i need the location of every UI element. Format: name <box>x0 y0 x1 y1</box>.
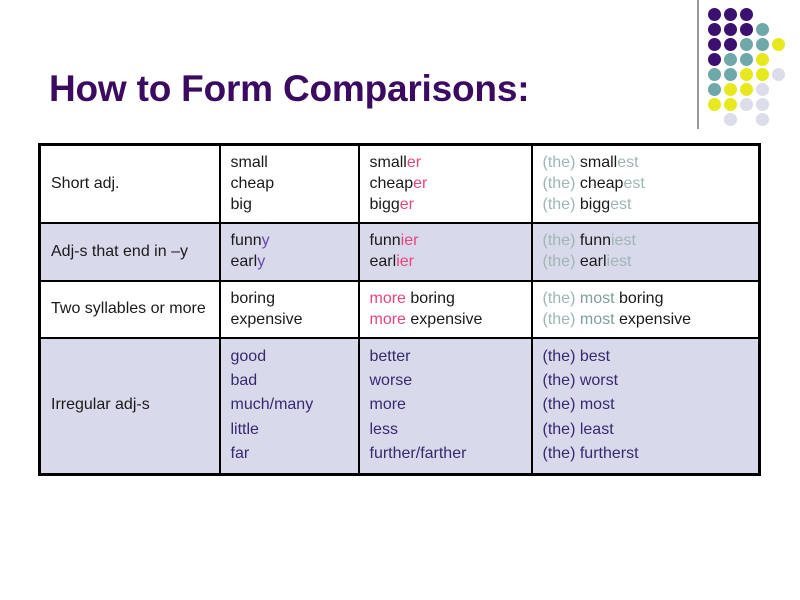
dot-grid-decoration <box>708 8 790 128</box>
superlative-forms-ends-in-y: (the) funniest (the) earliest <box>530 222 761 282</box>
comparative-forms-ends-in-y: funnier earlier <box>357 222 533 282</box>
superlative-forms-short-adj: (the) smallest (the) cheapest (the) bigg… <box>530 143 761 225</box>
comparative-word: smaller <box>369 154 422 171</box>
decorative-dot <box>772 68 785 81</box>
decorative-dot <box>756 68 769 81</box>
decorative-dot <box>740 53 753 66</box>
base-forms-irregular: good bad much/many little far <box>218 336 360 476</box>
decorative-dot <box>772 38 785 51</box>
comparative-forms-short-adj: smaller cheaper bigger <box>357 143 533 225</box>
base-word: expensive <box>230 310 303 328</box>
superlative-word: (the) funniest <box>542 232 636 250</box>
superlative-forms-irregular: (the) best (the) worst (the) most (the) … <box>530 336 761 476</box>
decorative-vertical-rule <box>697 0 699 129</box>
decorative-dot <box>724 98 737 111</box>
comparative-word: cheaper <box>369 175 428 193</box>
comparative-word: earlier <box>369 253 414 271</box>
decorative-dot <box>724 113 737 126</box>
comparative-word: more boring <box>369 289 455 307</box>
superlative-word: (the) smallest <box>542 154 639 171</box>
comparative-word: worse <box>369 372 413 390</box>
decorative-dot <box>740 23 753 36</box>
decorative-dot <box>724 38 737 51</box>
decorative-dot <box>724 8 737 21</box>
comparative-word: funnier <box>369 232 419 250</box>
base-word: boring <box>230 289 275 307</box>
comparative-word: more expensive <box>369 310 483 328</box>
base-forms-two-syllables: boring expensive <box>218 279 360 339</box>
superlative-word: (the) worst <box>542 372 619 390</box>
decorative-dot <box>756 38 769 51</box>
decorative-dot <box>756 83 769 96</box>
decorative-dot <box>708 98 721 111</box>
comparison-table: Short adj. small cheap big smaller cheap… <box>38 143 761 477</box>
decorative-dot <box>708 23 721 36</box>
table-row: Short adj. small cheap big smaller cheap… <box>38 143 761 225</box>
base-forms-ends-in-y: funny early <box>218 222 360 282</box>
decorative-dot <box>724 83 737 96</box>
base-word: little <box>230 420 259 438</box>
superlative-word: (the) cheapest <box>542 175 645 193</box>
decorative-dot <box>708 8 721 21</box>
decorative-dot <box>724 23 737 36</box>
comparative-forms-two-syllables: more boring more expensive <box>357 279 533 339</box>
superlative-word: (the) least <box>542 420 614 438</box>
decorative-dot <box>740 83 753 96</box>
base-word: early <box>230 253 266 271</box>
comparative-word: less <box>369 420 398 438</box>
rule-label-irregular: Irregular adj-s <box>38 336 221 476</box>
rule-label-short-adj: Short adj. <box>38 143 221 225</box>
table-row: Adj-s that end in –y funny early funnier… <box>38 222 761 282</box>
superlative-word: (the) most boring <box>542 289 664 307</box>
superlative-word: (the) furtherst <box>542 445 639 463</box>
superlative-word: (the) best <box>542 347 611 365</box>
decorative-dot <box>708 38 721 51</box>
decorative-dot <box>708 83 721 96</box>
comparative-word: bigger <box>369 196 414 214</box>
base-word: big <box>230 196 252 214</box>
base-word: cheap <box>230 175 275 193</box>
page-title: How to Form Comparisons: <box>49 68 530 109</box>
decorative-dot <box>724 68 737 81</box>
decorative-dot <box>756 23 769 36</box>
base-word: good <box>230 347 267 365</box>
base-word: much/many <box>230 396 314 414</box>
table-row: Irregular adj-s good bad much/many littl… <box>38 336 761 476</box>
comparative-forms-irregular: better worse more less further/farther <box>357 336 533 476</box>
comparative-word: more <box>369 396 406 414</box>
superlative-word: (the) most <box>542 396 615 414</box>
decorative-dot <box>708 53 721 66</box>
superlative-word: (the) earliest <box>542 253 632 271</box>
rule-label-two-syllables: Two syllables or more <box>38 279 221 339</box>
superlative-forms-two-syllables: (the) most boring (the) most expensive <box>530 279 761 339</box>
superlative-word: (the) biggest <box>542 196 632 214</box>
decorative-dot <box>756 113 769 126</box>
decorative-dot <box>708 68 721 81</box>
base-word: bad <box>230 372 258 390</box>
decorative-dot <box>756 98 769 111</box>
table-row: Two syllables or more boring expensive m… <box>38 279 761 339</box>
comparative-word: further/farther <box>369 445 467 463</box>
decorative-dot <box>740 38 753 51</box>
decorative-dot <box>740 98 753 111</box>
base-word: funny <box>230 232 270 250</box>
superlative-word: (the) most expensive <box>542 310 692 328</box>
decorative-dot <box>740 8 753 21</box>
base-forms-short-adj: small cheap big <box>218 143 360 225</box>
decorative-dot <box>756 53 769 66</box>
base-word: small <box>230 154 268 171</box>
decorative-dot <box>724 53 737 66</box>
base-word: far <box>230 445 250 463</box>
comparative-word: better <box>369 347 411 365</box>
rule-label-ends-in-y: Adj-s that end in –y <box>38 222 221 282</box>
decorative-dot <box>740 68 753 81</box>
